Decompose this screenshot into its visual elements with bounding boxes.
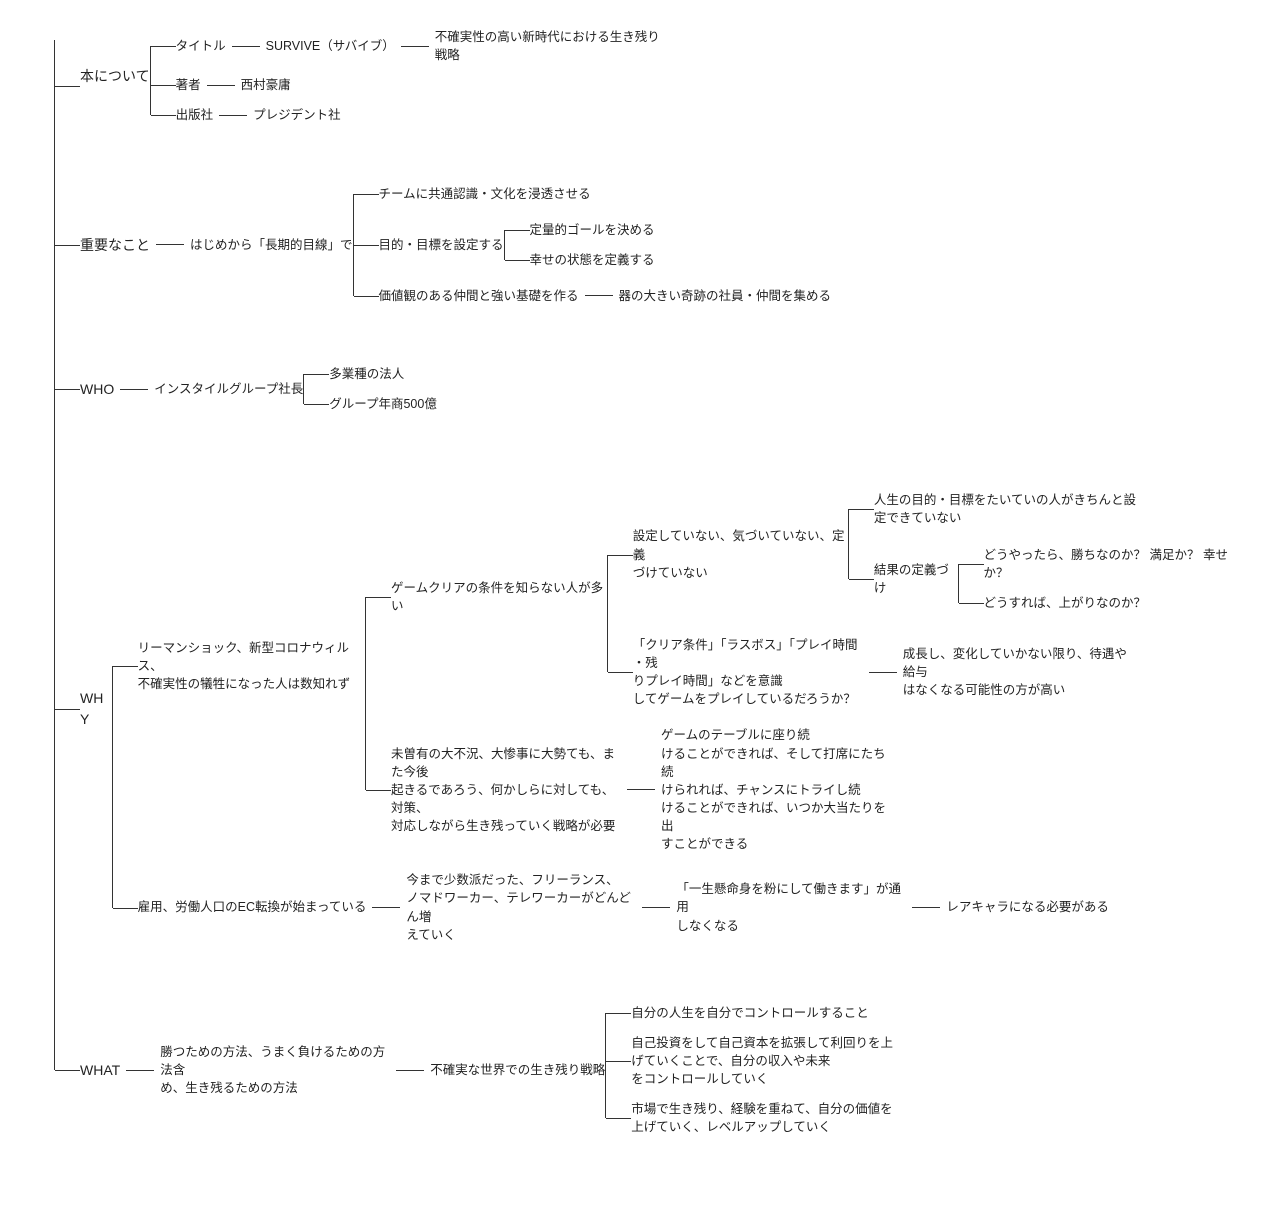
- what-a[interactable]: 自分の人生を自分でコントロールすること: [631, 1006, 869, 1020]
- about-publisher-key[interactable]: 出版社: [176, 106, 214, 124]
- about-publisher-val[interactable]: プレジデント社: [253, 106, 341, 124]
- connector: [126, 1070, 154, 1071]
- why-g2[interactable]: 「クリア条件」「ラスボス」「プレイ時間 ・残 りプレイ時間」などを意識 してゲー…: [633, 636, 863, 709]
- why-b2-stem[interactable]: 雇用、労働人口のEC転換が始まっている: [138, 898, 367, 916]
- connector: [219, 115, 247, 116]
- connector: [642, 907, 670, 908]
- important-c1[interactable]: 器の大きい奇跡の社員・仲間を集める: [619, 287, 832, 305]
- connector: [585, 295, 613, 296]
- why-g2-r[interactable]: 成長し、変化していかない限り、待遇や給与 はなくなる可能性の方が高い: [903, 645, 1133, 699]
- about-author-key[interactable]: 著者: [176, 76, 201, 94]
- connector: [627, 789, 655, 790]
- connector: [372, 907, 400, 908]
- node-who[interactable]: WHO: [80, 379, 114, 399]
- why-b2-a[interactable]: 今まで少数派だった、フリーランス、 ノマドワーカー、テレワーカーがどんどん増 え…: [406, 871, 636, 944]
- connector: [232, 46, 260, 47]
- important-a[interactable]: チームに共通認識・文化を浸透させる: [379, 187, 591, 201]
- connector: [156, 244, 184, 245]
- important-b1[interactable]: 定量的ゴールを決める: [530, 223, 655, 237]
- mindmap-root: 本について タイトル SURVIVE（サバイブ） 不確実性の高い新時代における生…: [54, 18, 1240, 1167]
- why-g1-p1[interactable]: 人生の目的・目標をたいていの人がきちんと設 定できていない: [874, 493, 1136, 525]
- who-stem[interactable]: インスタイルグループ社長: [154, 380, 303, 398]
- who-b[interactable]: グループ年商500億: [329, 397, 437, 411]
- why-g1-q1[interactable]: どうやったら、勝ちなのか？ 満足か？ 幸せか？: [984, 548, 1228, 580]
- why-g1-q2[interactable]: どうすれば、上がりなのか？: [984, 596, 1147, 610]
- why-b1-stem[interactable]: リーマンショック、新型コロナウィルス、 不確実性の犠牲になった人は数知れず: [138, 639, 365, 693]
- important-stem[interactable]: はじめから「長期的目線」で: [190, 236, 353, 254]
- why-b2-b[interactable]: 「一生懸命身を粉にして働きます」が通用 しなくなる: [676, 880, 906, 934]
- what-c[interactable]: 市場で生き残り、経験を重ねて、自分の価値を 上げていく、レベルアップしていく: [631, 1102, 892, 1134]
- node-important[interactable]: 重要なこと: [80, 235, 150, 255]
- important-c[interactable]: 価値観のある仲間と強い基礎を作る: [379, 287, 579, 305]
- who-a[interactable]: 多業種の法人: [329, 367, 404, 381]
- why-g1-p2[interactable]: 結果の定義づけ: [874, 561, 958, 597]
- why-m1[interactable]: ゲームのテーブルに座り続 けることができれば、そして打席にたち続 けられれば、チ…: [661, 726, 891, 853]
- why-g[interactable]: ゲームクリアの条件を知らない人が多い: [391, 579, 607, 615]
- connector: [396, 1070, 424, 1071]
- what-b[interactable]: 自己投資をして自己資本を拡張して利回りを上 げていくことで、自分の収入や未来 を…: [631, 1036, 893, 1086]
- connector: [869, 672, 897, 673]
- what-mid[interactable]: 不確実な世界での生き残り戦略: [430, 1061, 605, 1079]
- important-b2[interactable]: 幸せの状態を定義する: [530, 253, 655, 267]
- connector: [120, 389, 148, 390]
- node-about[interactable]: 本について: [80, 66, 150, 86]
- node-what[interactable]: WHAT: [80, 1060, 120, 1080]
- connector: [401, 46, 429, 47]
- connector: [207, 85, 235, 86]
- why-b2-c[interactable]: レアキャラになる必要がある: [946, 898, 1109, 916]
- about-author-val[interactable]: 西村豪庸: [241, 76, 291, 94]
- what-stem[interactable]: 勝つための方法、うまく負けるための方法含 め、生き残るための方法: [160, 1043, 390, 1097]
- important-b[interactable]: 目的・目標を設定する: [379, 236, 504, 254]
- about-title-val[interactable]: SURVIVE（サバイブ）: [266, 37, 395, 55]
- why-g1[interactable]: 設定していない、気づいていない、定義 づけていない: [633, 527, 848, 581]
- connector: [912, 907, 940, 908]
- node-why[interactable]: WHY: [80, 688, 112, 729]
- about-title-sub[interactable]: 不確実性の高い新時代における生き残り戦略: [435, 28, 665, 64]
- about-title-key[interactable]: タイトル: [176, 37, 226, 55]
- why-m[interactable]: 未曽有の大不況、大惨事に大勢ても、また今後 起きるであろう、何かしらに対しても、…: [391, 745, 621, 836]
